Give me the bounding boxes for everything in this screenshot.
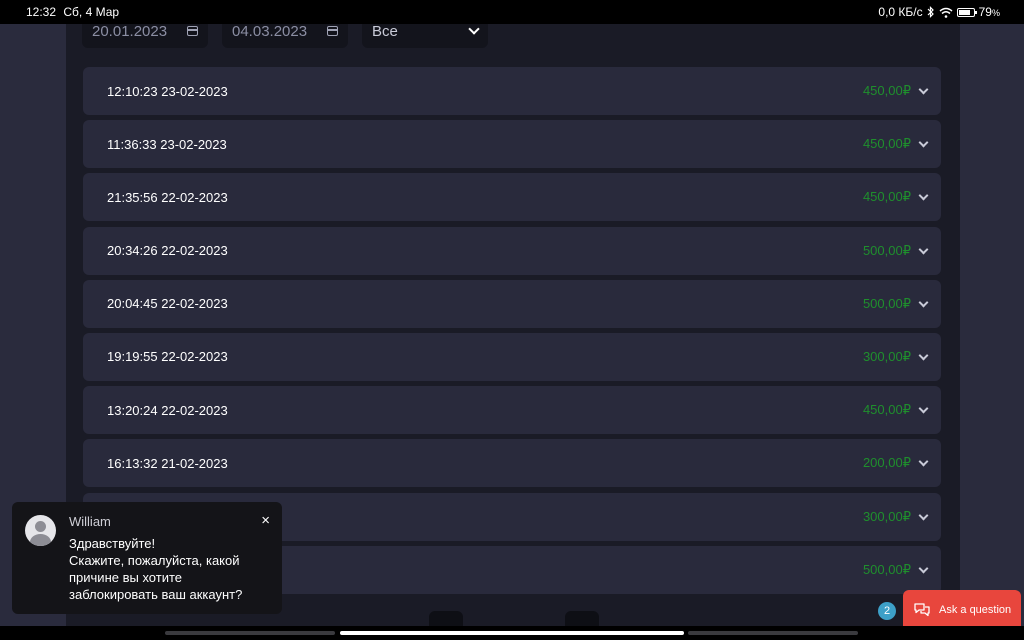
status-bar: 12:32 Сб, 4 Мар 0,0 КБ/с 79% <box>0 0 1024 24</box>
nav-handle-right[interactable] <box>688 631 858 635</box>
chevron-down-icon[interactable] <box>918 297 929 308</box>
transaction-row[interactable]: 20:04:45 22-02-2023 500,00₽ <box>83 279 941 328</box>
transaction-amount: 200,00₽ <box>862 455 911 471</box>
battery-percent: 79% <box>978 5 1000 19</box>
chevron-down-icon[interactable] <box>918 244 929 255</box>
transaction-right: 500,00₽ <box>862 242 929 259</box>
transaction-amount: 300,00₽ <box>862 508 911 524</box>
chat-message-line: Здравствуйте! <box>69 536 156 551</box>
chat-bubble-icon <box>914 603 930 617</box>
type-select-value: Все <box>372 24 398 40</box>
transaction-row[interactable]: 13:20:24 22-02-2023 450,00₽ <box>83 386 941 435</box>
transaction-datetime: 12:10:23 23-02-2023 <box>107 83 228 99</box>
home-handle[interactable] <box>340 631 684 635</box>
transaction-right: 450,00₽ <box>862 136 929 152</box>
date-to-value: 04.03.2023 <box>232 24 308 40</box>
date-from-field[interactable]: 20.01.2023 <box>82 24 208 48</box>
transaction-amount: 500,00₽ <box>862 242 911 258</box>
chevron-down-icon <box>468 24 480 35</box>
transaction-datetime: 20:04:45 22-02-2023 <box>107 296 228 312</box>
chat-agent-name: William <box>69 514 111 529</box>
chevron-down-icon[interactable] <box>918 403 929 414</box>
transaction-datetime: 20:34:26 22-02-2023 <box>107 243 228 259</box>
navigation-bar <box>0 626 1024 640</box>
avatar <box>25 515 56 546</box>
transaction-datetime: 19:19:55 22-02-2023 <box>107 349 228 365</box>
transaction-amount: 300,00₽ <box>862 348 911 364</box>
transaction-right: 500,00₽ <box>862 295 929 312</box>
type-select[interactable]: Все <box>362 24 488 48</box>
chat-message-line: Скажите, пожалуйста, какой <box>69 553 240 568</box>
transaction-right: 450,00₽ <box>862 83 929 99</box>
transaction-amount: 450,00₽ <box>862 83 911 98</box>
transaction-right: 450,00₽ <box>862 402 929 418</box>
transaction-datetime: 21:35:56 22-02-2023 <box>107 189 228 205</box>
status-time: 12:32 <box>26 5 57 19</box>
chevron-down-icon[interactable] <box>918 456 929 467</box>
chat-message-line: причине вы хотите <box>69 570 183 585</box>
date-from-value: 20.01.2023 <box>92 24 168 40</box>
chevron-down-icon[interactable] <box>918 137 929 148</box>
transaction-row[interactable]: 12:10:23 23-02-2023 450,00₽ <box>83 67 941 115</box>
status-right: 0,0 КБ/с 79% <box>878 5 1000 19</box>
right-margin <box>960 24 1024 640</box>
transaction-row[interactable]: 20:34:26 22-02-2023 500,00₽ <box>83 226 941 275</box>
transaction-right: 200,00₽ <box>862 455 929 471</box>
chevron-down-icon[interactable] <box>918 190 929 201</box>
status-left: 12:32 Сб, 4 Мар <box>26 5 123 19</box>
chat-message: Здравствуйте! Скажите, пожалуйста, какой п… <box>69 535 270 603</box>
transaction-right: 300,00₽ <box>862 508 929 525</box>
wifi-icon <box>939 7 953 18</box>
transaction-right: 450,00₽ <box>862 189 929 205</box>
transaction-amount: 450,00₽ <box>862 136 911 152</box>
nav-handle-left[interactable] <box>165 631 335 635</box>
transaction-datetime: 13:20:24 22-02-2023 <box>107 402 228 418</box>
transaction-amount: 500,00₽ <box>862 561 911 577</box>
ask-question-label: Ask a question <box>939 604 1012 616</box>
ask-question-button[interactable]: Ask a question <box>903 590 1021 630</box>
transaction-row[interactable]: 21:35:56 22-02-2023 450,00₽ <box>83 173 941 222</box>
network-speed: 0,0 КБ/с <box>878 5 923 19</box>
close-icon[interactable]: × <box>261 512 270 529</box>
transaction-right: 300,00₽ <box>862 348 929 365</box>
bluetooth-icon <box>927 6 934 18</box>
transaction-right: 500,00₽ <box>862 561 929 578</box>
battery-icon <box>956 7 977 17</box>
chat-popup: William × Здравствуйте! Скажите, пожалуйс… <box>12 502 282 614</box>
unread-badge: 2 <box>878 602 896 620</box>
transaction-amount: 450,00₽ <box>862 402 911 418</box>
chevron-down-icon[interactable] <box>918 84 929 95</box>
transaction-row[interactable]: 11:36:33 23-02-2023 450,00₽ <box>83 120 941 169</box>
calendar-icon[interactable] <box>327 26 338 36</box>
chevron-down-icon[interactable] <box>918 510 929 520</box>
chevron-down-icon[interactable] <box>918 350 929 361</box>
transaction-row[interactable]: 19:19:55 22-02-2023 300,00₽ <box>83 332 941 381</box>
transaction-amount: 450,00₽ <box>862 189 911 205</box>
transaction-datetime: 16:13:32 21-02-2023 <box>107 455 228 471</box>
filters: 20.01.2023 04.03.2023 Все <box>82 24 488 48</box>
chevron-down-icon[interactable] <box>918 563 929 574</box>
transaction-amount: 500,00₽ <box>862 295 911 311</box>
status-date: Сб, 4 Мар <box>63 5 120 19</box>
chat-message-line: заблокировать ваш аккаунт? <box>69 587 243 602</box>
transaction-datetime: 11:36:33 23-02-2023 <box>107 136 227 152</box>
calendar-icon[interactable] <box>187 26 198 36</box>
date-to-field[interactable]: 04.03.2023 <box>222 24 348 48</box>
transaction-row[interactable]: 16:13:32 21-02-2023 200,00₽ <box>83 439 941 488</box>
